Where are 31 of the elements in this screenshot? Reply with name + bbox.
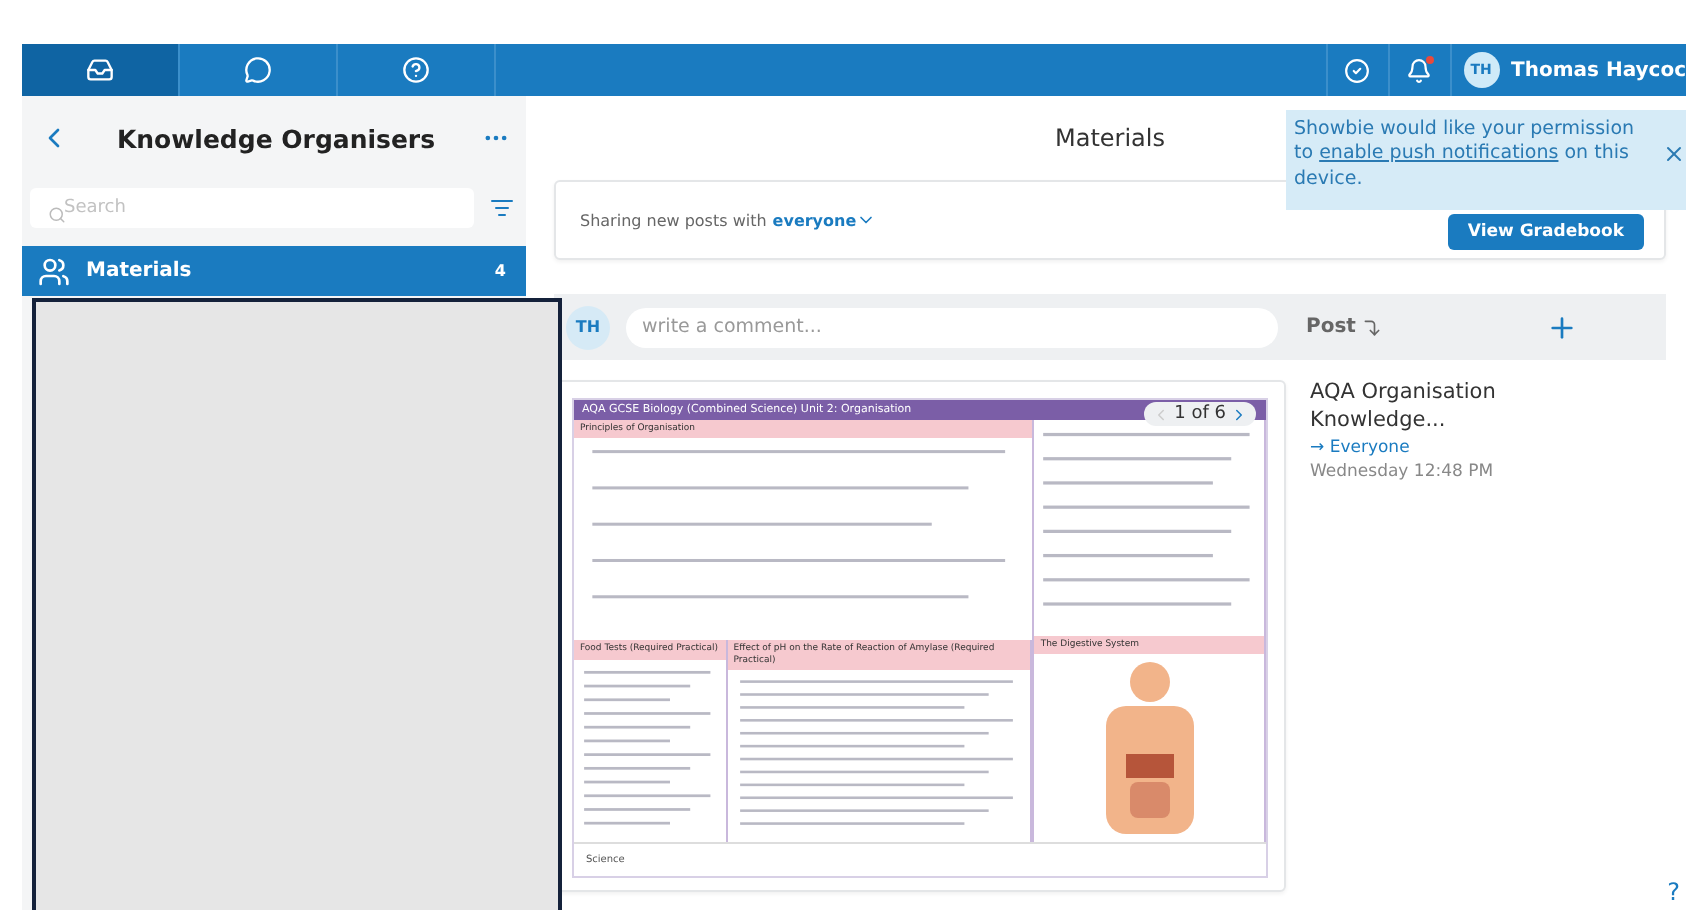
user-avatar: TH bbox=[566, 305, 610, 349]
help-icon bbox=[402, 56, 430, 84]
check-icon bbox=[1344, 57, 1371, 83]
tray-icon bbox=[86, 56, 114, 84]
next-icon[interactable] bbox=[1230, 405, 1248, 423]
search-field[interactable]: Search bbox=[30, 188, 474, 228]
sharing-text: Sharing new posts with everyone bbox=[580, 210, 877, 230]
bell-icon bbox=[1406, 57, 1433, 83]
user-name[interactable]: Thomas Haycoc bbox=[1511, 59, 1686, 81]
comment-field[interactable]: write a comment... bbox=[626, 307, 1278, 347]
close-icon[interactable] bbox=[1662, 142, 1686, 166]
toast-message: Showbie would like your permission to enable push notifications on this device. bbox=[1294, 118, 1637, 193]
audience-dropdown[interactable]: everyone bbox=[772, 210, 877, 230]
page-title: Materials bbox=[1054, 124, 1165, 152]
turn-arrow-icon bbox=[1361, 317, 1382, 337]
sidebar-item[interactable]: Materials 4 bbox=[22, 246, 526, 296]
post-title[interactable]: AQA Organisation Knowledge... bbox=[1310, 380, 1530, 435]
sidebar-title: Knowledge Organisers bbox=[116, 123, 436, 153]
page-counter: 1 of 6 bbox=[1144, 402, 1256, 426]
filter-icon[interactable] bbox=[490, 196, 514, 220]
enable-notifications-link[interactable]: enable push notifications bbox=[1319, 142, 1559, 165]
view-gradebook-button[interactable]: View Gradebook bbox=[1447, 214, 1644, 250]
chat-icon bbox=[244, 56, 272, 84]
item-count: 4 bbox=[494, 262, 506, 280]
search-icon bbox=[48, 206, 66, 224]
people-icon bbox=[38, 255, 70, 287]
post-time: Wednesday 12:48 PM bbox=[1310, 462, 1496, 483]
post-button[interactable]: Post bbox=[1294, 314, 1394, 340]
help-link[interactable]: ? bbox=[1667, 878, 1680, 906]
nav-tab[interactable] bbox=[22, 44, 180, 96]
post-audience: → Everyone bbox=[1310, 438, 1412, 459]
